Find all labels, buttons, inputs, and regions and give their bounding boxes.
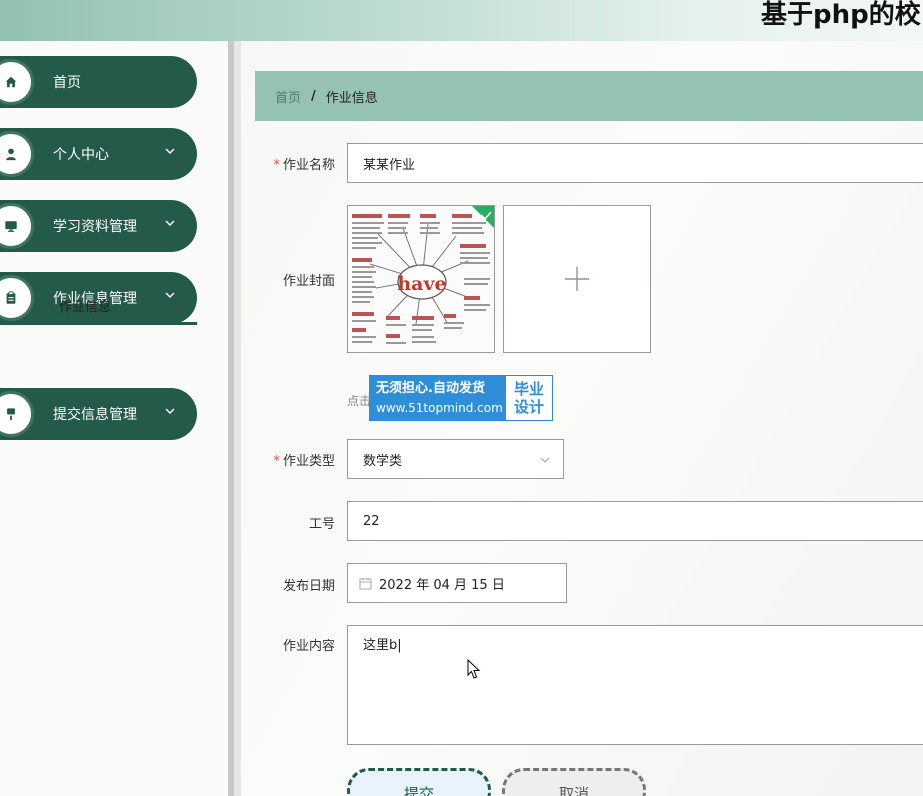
submit-button[interactable]: 提交 [347,768,491,796]
calendar-icon [359,577,372,589]
submenu-divider [0,322,197,325]
sidebar-item-study-materials[interactable]: 学习资料管理 [0,200,197,252]
breadcrumb-separator: / [311,88,316,104]
chevron-down-icon [540,457,550,463]
homework-name-input[interactable]: 某某作业 [347,143,923,183]
homework-content-label: 作业内容 [282,639,335,654]
watermark-right-line2: 设计 [513,398,544,416]
upload-tip-text: 点击 [347,394,372,408]
top-header: 基于php的校 [0,0,923,41]
svg-text:have: have [397,273,446,295]
chevron-down-icon [165,408,175,414]
sidebar-item-label: 学习资料管理 [53,219,137,235]
watermark-slogan: 无须担心.自动发货 [376,381,485,396]
homework-content-textarea[interactable]: 这里b| [347,625,923,745]
watermark-right-line1: 毕业 [513,380,544,398]
brush-icon [0,391,34,437]
breadcrumb-home-link[interactable]: 首页 [275,87,301,106]
breadcrumb-current: 作业信息 [325,90,378,106]
plus-icon [565,267,589,291]
publish-date-picker[interactable]: 2022 年 04 月 15 日 [347,563,567,603]
staff-number-label: 工号 [308,517,335,532]
sidebar-item-label: 个人中心 [53,147,109,163]
watermark-banner: 无须担心.自动发货 www.51topmind.com 毕业 设计 [369,375,553,421]
required-mark: * [273,158,280,173]
home-icon [0,59,34,105]
chevron-down-icon [165,220,175,226]
homework-type-label: * 作业类型 [273,454,335,469]
sidebar-item-label: 提交信息管理 [53,407,137,423]
cover-image: have [348,206,494,352]
sidebar-subitem-homework-info[interactable]: 作业信息 [59,296,111,315]
scroll-track [234,41,241,796]
required-mark: * [273,454,280,469]
homework-type-select[interactable]: 数学类 [347,439,564,479]
sidebar-item-personal-center[interactable]: 个人中心 [0,128,197,180]
site-title: 基于php的校 [761,0,921,30]
sidebar-item-submission-management[interactable]: 提交信息管理 [0,388,197,440]
cover-image-thumbnail[interactable]: have [347,205,495,353]
homework-name-label: * 作业名称 [273,158,335,173]
user-icon [0,131,34,177]
mouse-cursor-icon [467,659,481,679]
sidebar-item-label: 首页 [53,75,81,91]
homework-cover-label: 作业封面 [282,274,335,289]
clipboard-icon [0,275,34,321]
cancel-button[interactable]: 取消 [502,768,646,796]
breadcrumb: 首页 / 作业信息 [255,71,923,121]
cover-upload-button[interactable] [503,205,651,353]
watermark-url: www.51topmind.com [376,401,503,415]
chevron-down-icon [165,292,175,298]
monitor-icon [0,203,34,249]
chevron-down-icon [165,148,175,154]
staff-number-input[interactable]: 22 [347,501,923,541]
sidebar-item-home[interactable]: 首页 [0,56,197,108]
publish-date-label: 发布日期 [282,579,335,594]
